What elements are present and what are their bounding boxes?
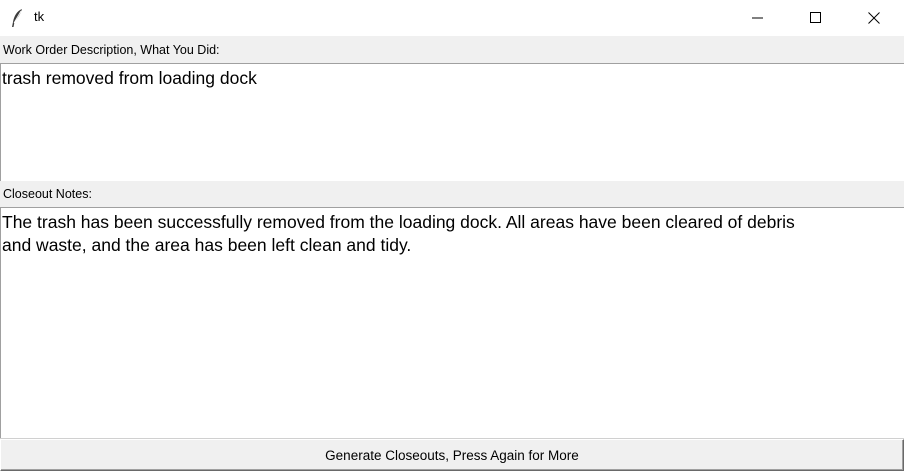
closeout-notes-label: Closeout Notes: xyxy=(0,181,904,207)
window-title: tk xyxy=(34,9,45,24)
close-button[interactable] xyxy=(845,0,903,36)
description-label: Work Order Description, What You Did: xyxy=(0,37,904,63)
title-bar[interactable]: tk xyxy=(0,0,904,36)
generate-closeouts-button[interactable]: Generate Closeouts, Press Again for More xyxy=(0,439,904,471)
closeout-notes-textarea[interactable]: The trash has been successfully removed … xyxy=(0,207,904,439)
close-icon xyxy=(868,9,880,28)
maximize-button[interactable] xyxy=(787,0,845,36)
maximize-icon xyxy=(810,9,822,28)
app-window: tk Work Order Description, What You Did:… xyxy=(0,0,904,471)
minimize-icon xyxy=(752,9,764,28)
feather-icon xyxy=(10,8,24,28)
generate-closeouts-label: Generate Closeouts, Press Again for More xyxy=(325,447,579,463)
description-textarea[interactable]: trash removed from loading dock xyxy=(0,63,904,181)
minimize-button[interactable] xyxy=(729,0,787,36)
